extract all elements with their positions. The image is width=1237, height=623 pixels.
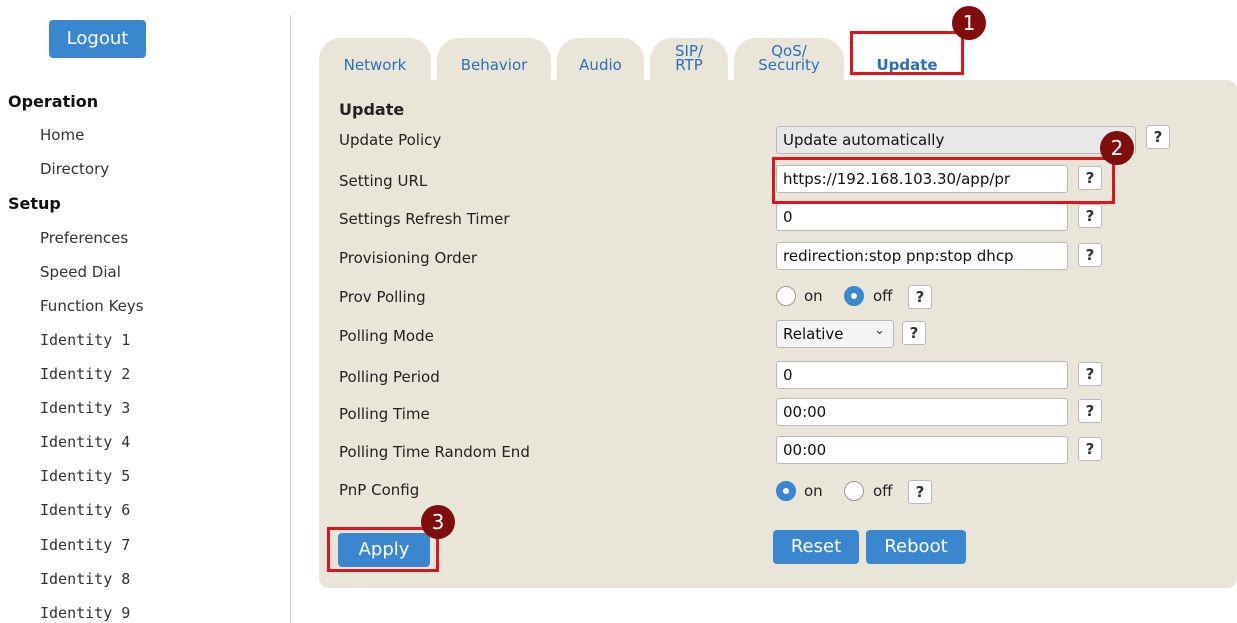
- sidebar-divider: [290, 15, 291, 623]
- reset-button[interactable]: Reset: [773, 530, 859, 564]
- setting-url-label: Setting URL: [339, 172, 428, 190]
- sidebar-heading-operation: Operation: [8, 92, 99, 111]
- sidebar: Logout Operation Home Directory Setup Pr…: [0, 0, 290, 623]
- chevron-down-icon: ⌄: [874, 323, 885, 338]
- tab-behavior-label: Behavior: [460, 56, 528, 74]
- polling-mode-select[interactable]: Relative ⌄: [776, 320, 894, 348]
- step-marker-2: 2: [1100, 131, 1134, 165]
- update-policy-label: Update Policy: [339, 131, 442, 149]
- help-icon-provisioning-order[interactable]: ?: [1078, 243, 1102, 267]
- provisioning-order-label: Provisioning Order: [339, 249, 478, 267]
- sidebar-item-preferences[interactable]: Preferences: [40, 229, 128, 247]
- polling-period-label: Polling Period: [339, 368, 440, 386]
- tab-qos-security[interactable]: QoS/ Security: [734, 38, 844, 80]
- update-policy-select[interactable]: Update automatically: [776, 126, 1136, 154]
- sidebar-item-speed-dial[interactable]: Speed Dial: [40, 263, 121, 281]
- highlight-update-tab: [850, 31, 964, 75]
- tab-audio[interactable]: Audio: [557, 38, 644, 80]
- tab-sip-rtp[interactable]: SIP/ RTP: [650, 38, 728, 80]
- sidebar-item-identity-1[interactable]: Identity 1: [40, 331, 130, 349]
- help-icon-polling-mode[interactable]: ?: [902, 321, 926, 345]
- polling-mode-value: Relative: [783, 325, 844, 343]
- help-icon-settings-refresh-timer[interactable]: ?: [1078, 204, 1102, 228]
- sidebar-item-identity-4[interactable]: Identity 4: [40, 433, 130, 451]
- sidebar-item-identity-7[interactable]: Identity 7: [40, 536, 130, 554]
- pnp-config-on-label: on: [804, 482, 823, 500]
- tab-sip-rtp-line2: RTP: [675, 56, 703, 74]
- help-icon-prov-polling[interactable]: ?: [908, 285, 932, 309]
- help-icon-update-policy[interactable]: ?: [1146, 125, 1170, 149]
- prov-polling-on-radio[interactable]: [776, 286, 796, 306]
- sidebar-item-identity-5[interactable]: Identity 5: [40, 467, 130, 485]
- sidebar-item-identity-9[interactable]: Identity 9: [40, 604, 130, 622]
- help-icon-pnp-config[interactable]: ?: [908, 480, 932, 504]
- sidebar-item-identity-8[interactable]: Identity 8: [40, 570, 130, 588]
- sidebar-item-directory[interactable]: Directory: [40, 160, 109, 178]
- logout-button[interactable]: Logout: [49, 20, 146, 58]
- sidebar-item-function-keys[interactable]: Function Keys: [40, 297, 144, 315]
- sidebar-item-identity-2[interactable]: Identity 2: [40, 365, 130, 383]
- step-marker-1: 1: [952, 6, 986, 40]
- highlight-apply-button: [327, 527, 439, 572]
- help-icon-polling-time[interactable]: ?: [1078, 399, 1102, 423]
- polling-period-input[interactable]: 0: [776, 361, 1068, 389]
- step-marker-3: 3: [421, 505, 455, 539]
- sidebar-item-identity-6[interactable]: Identity 6: [40, 501, 130, 519]
- provisioning-order-input[interactable]: redirection:stop pnp:stop dhcp: [776, 242, 1068, 270]
- reboot-button[interactable]: Reboot: [866, 530, 966, 564]
- prov-polling-label: Prov Polling: [339, 288, 426, 306]
- polling-mode-label: Polling Mode: [339, 327, 434, 345]
- sidebar-item-home[interactable]: Home: [40, 126, 84, 144]
- tab-network[interactable]: Network: [319, 38, 431, 80]
- tab-qos-security-line2: Security: [758, 56, 820, 74]
- tab-audio-label: Audio: [579, 56, 622, 74]
- help-icon-polling-period[interactable]: ?: [1078, 362, 1102, 386]
- section-title: Update: [339, 100, 405, 119]
- prov-polling-off-label: off: [873, 287, 893, 305]
- tab-network-label: Network: [343, 56, 407, 74]
- prov-polling-on-label: on: [804, 287, 823, 305]
- pnp-config-on-radio[interactable]: [776, 481, 796, 501]
- highlight-setting-url: [772, 157, 1115, 204]
- sidebar-heading-setup: Setup: [8, 194, 61, 213]
- tab-behavior[interactable]: Behavior: [437, 38, 551, 80]
- help-icon-polling-time-random-end[interactable]: ?: [1078, 437, 1102, 461]
- settings-refresh-timer-input[interactable]: 0: [776, 203, 1068, 231]
- pnp-config-label: PnP Config: [339, 481, 420, 499]
- sidebar-item-identity-3[interactable]: Identity 3: [40, 399, 130, 417]
- polling-time-label: Polling Time: [339, 405, 430, 423]
- polling-time-random-end-label: Polling Time Random End: [339, 443, 530, 461]
- pnp-config-off-label: off: [873, 482, 893, 500]
- prov-polling-off-radio[interactable]: [844, 286, 864, 306]
- pnp-config-off-radio[interactable]: [844, 481, 864, 501]
- polling-time-input[interactable]: 00:00: [776, 398, 1068, 426]
- settings-refresh-timer-label: Settings Refresh Timer: [339, 210, 510, 228]
- polling-time-random-end-input[interactable]: 00:00: [776, 436, 1068, 464]
